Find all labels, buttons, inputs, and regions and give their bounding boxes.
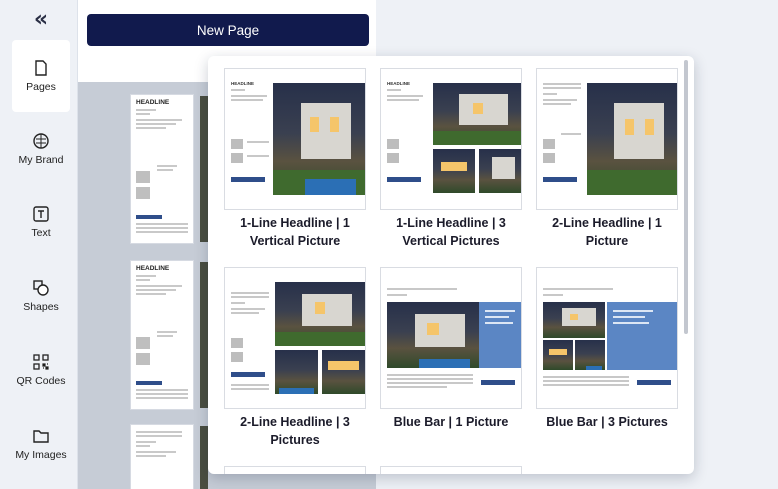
template-preview: HEADLINE [224,68,366,210]
shapes-icon [33,280,49,296]
template-caption: 2-Line Headline | 3 Pictures [240,415,350,447]
page-thumbnail-3[interactable] [130,424,194,489]
sidebar-item-label: Text [31,227,51,239]
sidebar-item-text[interactable]: Text [12,186,70,258]
template-card-partial[interactable] [224,466,366,474]
palette-icon [33,133,49,149]
sidebar-item-label: My Images [15,449,67,461]
sidebar-item-my-images[interactable]: My Images [12,408,70,480]
template-caption: 1-Line Headline | 3 Vertical Pictures [396,216,506,248]
template-picker-popup: HEADLINE 1-Line Headline | 1 Vertical Pi… [208,56,694,474]
collapse-sidebar-button[interactable]: « [12,2,70,36]
sidebar-item-label: Shapes [23,301,59,313]
sidebar-item-qr-codes[interactable]: QR Codes [12,334,70,406]
page-thumbnail-2[interactable]: HEADLINE [130,260,194,410]
page-thumbnail-photo [200,96,208,242]
page-thumbnail-photo [200,426,208,489]
double-chevron-left-icon: « [33,6,49,32]
sidebar-item-label: Pages [26,81,56,93]
page-thumbnail-title: HEADLINE [136,99,170,106]
template-caption: 1-Line Headline | 1 Vertical Picture [240,216,350,248]
template-preview [380,267,522,409]
template-caption: Blue Bar | 3 Pictures [546,415,668,429]
template-preview [536,267,678,409]
sidebar-item-pages[interactable]: Pages [12,40,70,112]
sidebar-item-label: My Brand [18,154,64,166]
left-toolbar: « Pages My Brand Text Shapes QR Codes My… [0,0,78,489]
template-picker-scrollbar[interactable] [684,60,688,334]
new-page-button[interactable]: New Page [87,14,369,46]
template-caption: Blue Bar | 1 Picture [393,415,509,429]
template-preview: HEADLINE [380,68,522,210]
text-icon [33,206,49,222]
qr-code-icon [33,354,49,370]
sidebar-item-my-brand[interactable]: My Brand [12,113,70,185]
page-thumbnail-1[interactable]: HEADLINE [130,94,194,244]
sidebar-item-shapes[interactable]: Shapes [12,260,70,332]
template-card-partial[interactable] [380,466,522,474]
sidebar-item-label: QR Codes [16,375,66,387]
page-thumbnail-photo [200,262,208,408]
page-thumbnail-title: HEADLINE [136,265,170,272]
template-caption: 2-Line Headline | 1 Picture [552,216,662,248]
template-preview [536,68,678,210]
template-preview [224,267,366,409]
page-icon [35,60,47,76]
folder-icon [33,430,49,443]
